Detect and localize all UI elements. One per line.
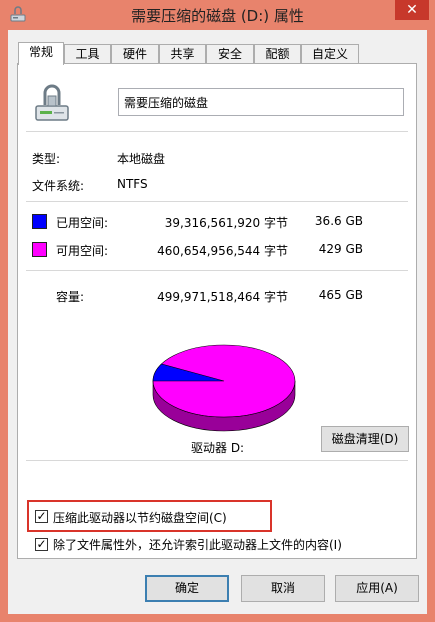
free-space-label: 可用空间: xyxy=(56,244,109,258)
used-space-label: 已用空间: xyxy=(56,216,109,230)
free-space-size: 429 GB xyxy=(318,242,363,256)
used-space-swatch xyxy=(32,214,47,229)
apply-button[interactable]: 应用(A) xyxy=(335,575,419,602)
capacity-size: 465 GB xyxy=(318,288,363,302)
tab-customize[interactable]: 自定义 xyxy=(301,44,359,64)
filesystem-value: NTFS xyxy=(117,177,148,191)
tab-hardware[interactable]: 硬件 xyxy=(111,44,159,64)
separator xyxy=(26,460,408,461)
capacity-bytes: 499,971,518,464 字节 xyxy=(157,290,288,304)
separator xyxy=(26,201,408,202)
type-value: 本地磁盘 xyxy=(117,152,166,166)
index-checkbox[interactable]: ✓ xyxy=(35,538,48,551)
close-button[interactable]: ✕ xyxy=(395,0,429,20)
capacity-label: 容量: xyxy=(56,290,85,304)
separator xyxy=(26,131,408,132)
tab-strip: 常规 工具 硬件 共享 安全 配额 自定义 xyxy=(18,42,418,65)
filesystem-label: 文件系统: xyxy=(32,179,85,193)
tab-quota[interactable]: 配额 xyxy=(254,44,301,64)
tab-tools[interactable]: 工具 xyxy=(64,44,111,64)
cancel-button[interactable]: 取消 xyxy=(241,575,325,602)
tab-sharing[interactable]: 共享 xyxy=(159,44,206,64)
volume-name-input[interactable] xyxy=(118,88,404,116)
window-title: 需要压缩的磁盘 (D:) 属性 xyxy=(131,7,304,25)
disk-cleanup-button[interactable]: 磁盘清理(D) xyxy=(321,426,409,452)
index-checkbox-label[interactable]: 除了文件属性外，还允许索引此驱动器上文件的内容(I) xyxy=(53,536,342,553)
tab-general[interactable]: 常规 xyxy=(18,42,64,65)
general-tab-panel: 类型: 本地磁盘 文件系统: NTFS 已用空间: 39,316,561,920… xyxy=(17,63,417,559)
dialog-client-area: 常规 工具 硬件 共享 安全 配额 自定义 类型: 本地磁盘 文件系统: NTF… xyxy=(8,30,427,614)
used-space-bytes: 39,316,561,920 字节 xyxy=(164,216,288,230)
free-space-swatch xyxy=(32,242,47,257)
compress-checkbox[interactable]: ✓ xyxy=(35,510,48,523)
ok-button[interactable]: 确定 xyxy=(145,575,229,602)
title-bar[interactable]: 需要压缩的磁盘 (D:) 属性 ✕ xyxy=(0,0,435,30)
drive-label: 驱动器 D: xyxy=(191,441,245,455)
properties-window: 需要压缩的磁盘 (D:) 属性 ✕ 常规 工具 硬件 共享 安全 配额 自定义 … xyxy=(0,0,435,622)
disk-usage-pie-chart xyxy=(152,344,296,432)
used-space-size: 36.6 GB xyxy=(314,214,363,228)
type-label: 类型: xyxy=(32,152,61,166)
compress-checkbox-label[interactable]: 压缩此驱动器以节约磁盘空间(C) xyxy=(53,509,227,526)
tab-security[interactable]: 安全 xyxy=(206,44,254,64)
free-space-bytes: 460,654,956,544 字节 xyxy=(157,244,288,258)
separator xyxy=(26,270,408,271)
compressed-drive-icon xyxy=(35,84,69,121)
